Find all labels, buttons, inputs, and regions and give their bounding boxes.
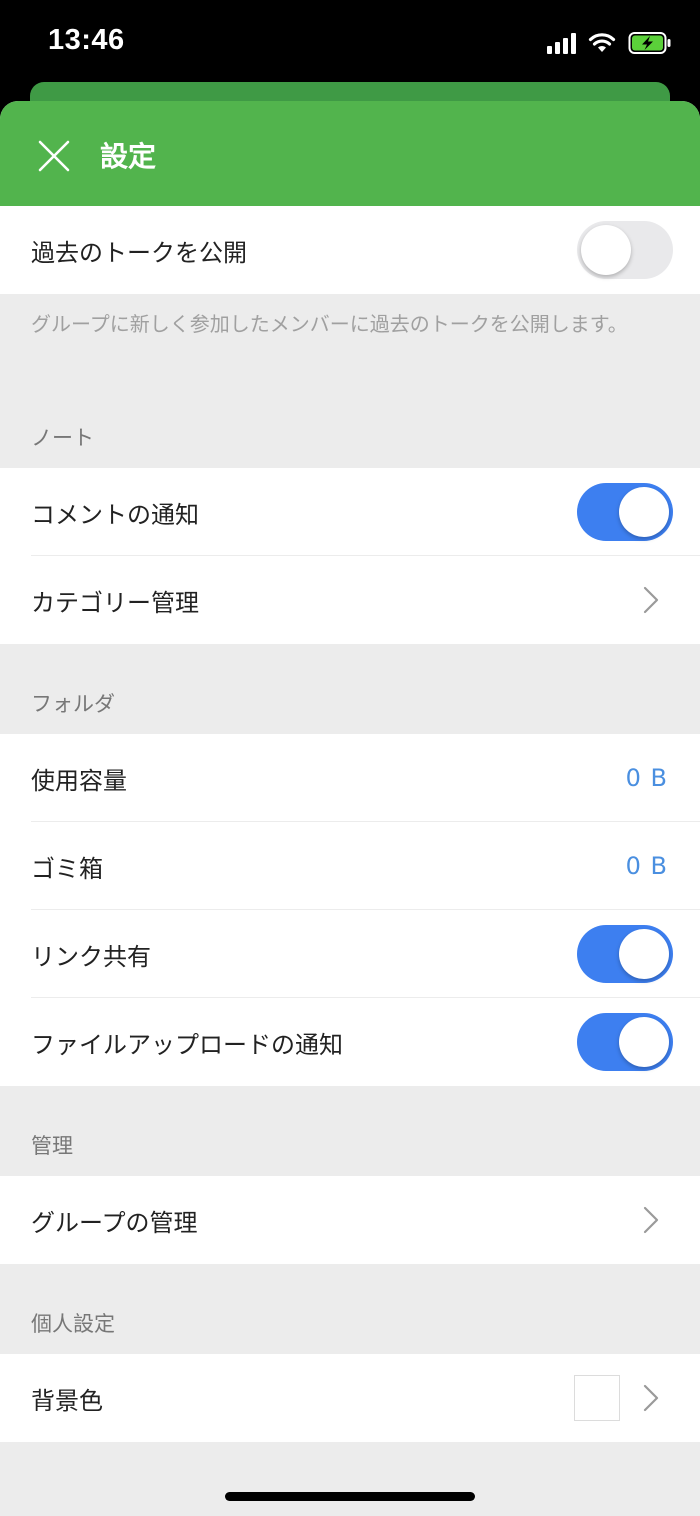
section-header-personal: 個人設定 — [0, 1264, 700, 1354]
status-bar: 13:46 — [0, 0, 700, 90]
group-manage-label: グループの管理 — [31, 1208, 198, 1237]
storage-usage-row: 使用容量 0 B — [0, 734, 700, 822]
talk-history-description: グループに新しく参加したメンバーに過去のトークを公開します。 — [31, 312, 628, 336]
talk-history-label: 過去のトークを公開 — [31, 238, 247, 267]
settings-sheet: 設定 過去のトークを公開 グループに新しく参加したメンバーに過去のトークを公開し… — [0, 101, 700, 1516]
trash-value: 0 B — [625, 852, 668, 880]
chevron-right-icon — [643, 1206, 659, 1234]
section-title-folder: フォルダ — [31, 692, 115, 716]
home-indicator[interactable] — [225, 1492, 475, 1501]
comment-notify-row: コメントの通知 — [0, 468, 700, 556]
trash-label: ゴミ箱 — [31, 854, 103, 883]
section-header-manage: 管理 — [0, 1086, 700, 1176]
talk-history-toggle[interactable] — [577, 221, 673, 279]
link-share-toggle[interactable] — [577, 925, 673, 983]
section-title-personal: 個人設定 — [31, 1312, 115, 1336]
talk-history-row: 過去のトークを公開 — [0, 206, 700, 294]
section-title-note: ノート — [31, 426, 94, 450]
category-manage-row[interactable]: カテゴリー管理 — [0, 556, 700, 644]
group-manage-row[interactable]: グループの管理 — [0, 1176, 700, 1264]
trash-row[interactable]: ゴミ箱 0 B — [0, 822, 700, 910]
link-share-row: リンク共有 — [0, 910, 700, 998]
category-manage-label: カテゴリー管理 — [31, 588, 199, 617]
background-color-swatch — [574, 1375, 620, 1421]
upload-notify-toggle[interactable] — [577, 1013, 673, 1071]
status-icons — [547, 30, 672, 56]
section-header-note: ノート — [0, 378, 700, 468]
wifi-icon — [588, 33, 616, 52]
storage-usage-value: 0 B — [625, 764, 668, 792]
link-share-label: リンク共有 — [31, 942, 151, 971]
status-time: 13:46 — [48, 24, 125, 56]
section-title-manage: 管理 — [31, 1134, 73, 1158]
storage-usage-label: 使用容量 — [31, 766, 127, 795]
section-header-folder: フォルダ — [0, 644, 700, 734]
page-title: 設定 — [100, 140, 157, 173]
cellular-signal-icon — [547, 32, 576, 54]
upload-notify-label: ファイルアップロードの通知 — [31, 1030, 343, 1059]
background-color-row[interactable]: 背景色 — [0, 1354, 700, 1442]
chevron-right-icon — [643, 1384, 659, 1412]
chevron-right-icon — [643, 586, 659, 614]
close-icon[interactable] — [34, 136, 74, 176]
comment-notify-label: コメントの通知 — [31, 500, 199, 529]
background-color-label: 背景色 — [31, 1386, 103, 1415]
comment-notify-toggle[interactable] — [577, 483, 673, 541]
battery-charging-icon — [628, 32, 671, 54]
upload-notify-row: ファイルアップロードの通知 — [0, 998, 700, 1086]
header-bar: 設定 — [0, 101, 700, 206]
